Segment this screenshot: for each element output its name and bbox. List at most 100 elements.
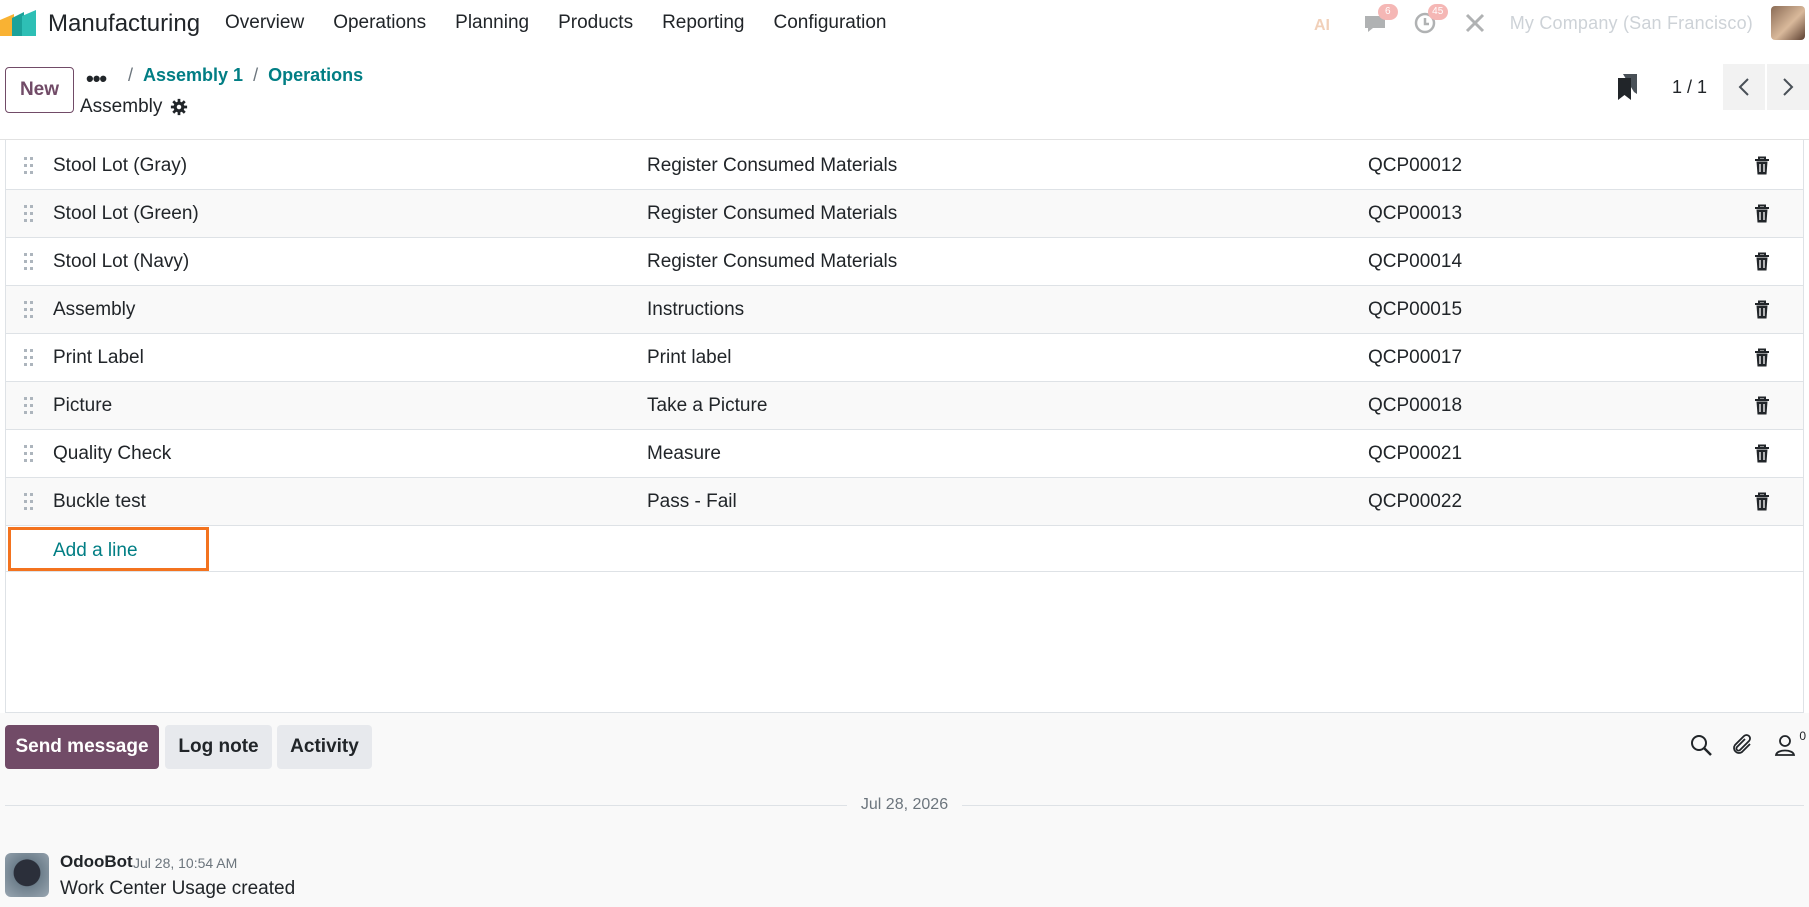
drag-handle-icon[interactable] — [23, 156, 35, 176]
cell-reference[interactable]: QCP00012 — [1368, 155, 1462, 177]
menu-products[interactable]: Products — [558, 12, 633, 34]
breadcrumb-operations[interactable]: Operations — [268, 65, 363, 86]
menu-configuration[interactable]: Configuration — [773, 12, 886, 34]
drag-handle-icon[interactable] — [23, 444, 35, 464]
new-button[interactable]: New — [5, 67, 74, 113]
gear-icon[interactable] — [170, 98, 188, 116]
table-row[interactable]: Stool Lot (Gray) Register Consumed Materi… — [6, 142, 1803, 190]
messaging-icon[interactable]: 6 — [1362, 4, 1398, 36]
trash-icon[interactable] — [1753, 156, 1771, 176]
menu-overview[interactable]: Overview — [225, 12, 304, 34]
chatter: Send message Log note Activity 0 Jul 28,… — [0, 713, 1809, 907]
message-body: Work Center Usage created — [60, 878, 296, 899]
cell-type[interactable]: Register Consumed Materials — [647, 155, 897, 177]
cell-type[interactable]: Register Consumed Materials — [647, 203, 897, 225]
followers-button[interactable]: 0 — [1773, 729, 1806, 757]
cell-reference[interactable]: QCP00021 — [1368, 443, 1462, 465]
drag-handle-icon[interactable] — [23, 348, 35, 368]
trash-icon[interactable] — [1753, 492, 1771, 512]
drag-handle-icon[interactable] — [23, 204, 35, 224]
company-switcher[interactable]: My Company (San Francisco) — [1510, 13, 1753, 34]
trash-icon[interactable] — [1753, 348, 1771, 368]
cell-type[interactable]: Measure — [647, 443, 721, 465]
table-row[interactable]: Assembly Instructions QCP00015 — [6, 286, 1803, 334]
log-note-button[interactable]: Log note — [165, 725, 272, 769]
menu-planning[interactable]: Planning — [455, 12, 529, 34]
breadcrumb-separator: / — [253, 65, 259, 85]
manufacturing-app-icon[interactable] — [0, 10, 38, 36]
date-separator-text: Jul 28, 2026 — [860, 796, 949, 813]
table-row[interactable]: Quality Check Measure QCP00021 — [6, 430, 1803, 478]
main-menu: Overview Operations Planning Products Re… — [225, 12, 916, 34]
activities-badge: 45 — [1427, 4, 1448, 20]
cell-type[interactable]: Instructions — [647, 299, 744, 321]
breadcrumb-separator: / — [128, 65, 134, 85]
pager-value[interactable]: 1 / 1 — [1672, 77, 1707, 98]
more-actions-icon[interactable]: ••• — [86, 66, 107, 92]
message-author[interactable]: OdooBot — [60, 852, 133, 872]
drag-handle-icon[interactable] — [23, 300, 35, 320]
cell-reference[interactable]: QCP00022 — [1368, 491, 1462, 513]
chevron-right-icon — [1783, 78, 1794, 96]
pager-previous-button[interactable] — [1723, 64, 1765, 110]
send-message-button[interactable]: Send message — [5, 725, 159, 769]
add-line-row — [6, 526, 1803, 572]
breadcrumb-assembly-1[interactable]: Assembly 1 — [143, 65, 243, 86]
drag-handle-icon[interactable] — [23, 396, 35, 416]
debug-tools-icon[interactable] — [1462, 10, 1488, 36]
activity-clock-icon[interactable]: 45 — [1412, 4, 1448, 36]
cell-title[interactable]: Stool Lot (Navy) — [53, 251, 189, 273]
cell-title[interactable]: Quality Check — [53, 443, 171, 465]
ai-icon[interactable]: AI — [1312, 10, 1338, 36]
user-icon — [1774, 735, 1796, 756]
record-title: Assembly — [80, 96, 188, 118]
chevron-left-icon — [1738, 78, 1749, 96]
search-icon[interactable] — [1689, 733, 1713, 757]
cell-title[interactable]: Picture — [53, 395, 112, 417]
date-separator: Jul 28, 2026 — [5, 793, 1804, 817]
table-row[interactable]: Buckle test Pass - Fail QCP00022 — [6, 478, 1803, 526]
cell-title[interactable]: Assembly — [53, 299, 135, 321]
cell-reference[interactable]: QCP00018 — [1368, 395, 1462, 417]
odoobot-avatar[interactable] — [5, 853, 49, 897]
paperclip-icon[interactable] — [1731, 733, 1755, 757]
operations-list: Stool Lot (Gray) Register Consumed Materi… — [5, 140, 1804, 713]
menu-operations[interactable]: Operations — [333, 12, 426, 34]
cell-type[interactable]: Print label — [647, 347, 732, 369]
trash-icon[interactable] — [1753, 396, 1771, 416]
menu-reporting[interactable]: Reporting — [662, 12, 744, 34]
cell-type[interactable]: Take a Picture — [647, 395, 767, 417]
cell-title[interactable]: Print Label — [53, 347, 144, 369]
cell-reference[interactable]: QCP00017 — [1368, 347, 1462, 369]
breadcrumb: / Assembly 1 / Operations — [118, 65, 363, 86]
cell-type[interactable]: Pass - Fail — [647, 491, 737, 513]
activity-button[interactable]: Activity — [277, 725, 372, 769]
table-row[interactable]: Stool Lot (Navy) Register Consumed Materi… — [6, 238, 1803, 286]
table-row[interactable]: Stool Lot (Green) Register Consumed Mater… — [6, 190, 1803, 238]
pager-next-button[interactable] — [1767, 64, 1809, 110]
chatter-tools: 0 — [1671, 729, 1806, 757]
svg-text:AI: AI — [1314, 17, 1330, 34]
trash-icon[interactable] — [1753, 252, 1771, 272]
date-separator-line — [5, 804, 847, 806]
app-name[interactable]: Manufacturing — [48, 10, 200, 38]
bookmarks-icon[interactable] — [1616, 74, 1638, 100]
table-row[interactable]: Picture Take a Picture QCP00018 — [6, 382, 1803, 430]
cell-title[interactable]: Stool Lot (Gray) — [53, 155, 187, 177]
systray: AI 6 45 My Company (San Francisco) — [1288, 4, 1809, 40]
trash-icon[interactable] — [1753, 204, 1771, 224]
drag-handle-icon[interactable] — [23, 492, 35, 512]
cell-type[interactable]: Register Consumed Materials — [647, 251, 897, 273]
cell-title[interactable]: Stool Lot (Green) — [53, 203, 199, 225]
cell-reference[interactable]: QCP00015 — [1368, 299, 1462, 321]
followers-count: 0 — [1799, 729, 1806, 743]
drag-handle-icon[interactable] — [23, 252, 35, 272]
user-avatar[interactable] — [1771, 6, 1805, 40]
cell-title[interactable]: Buckle test — [53, 491, 146, 513]
trash-icon[interactable] — [1753, 300, 1771, 320]
cell-reference[interactable]: QCP00014 — [1368, 251, 1462, 273]
add-line-link[interactable]: Add a line — [8, 527, 209, 571]
trash-icon[interactable] — [1753, 444, 1771, 464]
table-row[interactable]: Print Label Print label QCP00017 — [6, 334, 1803, 382]
cell-reference[interactable]: QCP00013 — [1368, 203, 1462, 225]
